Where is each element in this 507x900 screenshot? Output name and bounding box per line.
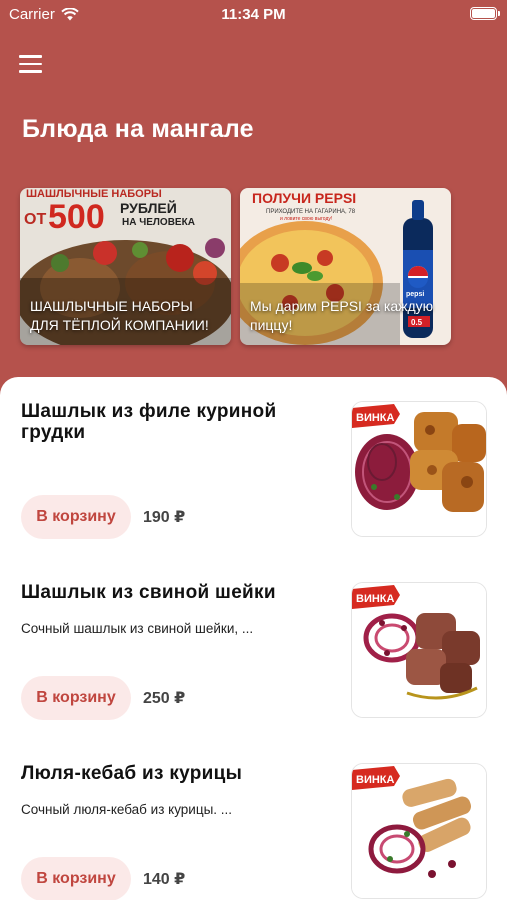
promo-banner-pepsi[interactable]: ПОЛУЧИ PEPSI ПРИХОДИТЕ НА ГАГАРИНА, 78 и… [240, 188, 451, 345]
product-price: 250 ₽ [143, 690, 186, 707]
banner-image-headline: ПОЛУЧИ PEPSI [252, 190, 356, 206]
svg-text:500: 500 [48, 198, 105, 236]
product-badge: ВИНКА [356, 774, 395, 786]
status-bar: Carrier 11:34 PM [0, 0, 507, 30]
promo-banner-bbq-sets[interactable]: ШАШЛЫЧНЫЕ НАБОРЫ ОТ 500 РУБЛЕЙ НА ЧЕЛОВЕ… [20, 188, 231, 345]
clock: 11:34 PM [221, 6, 286, 23]
product-description: Сочный люля-кебаб из курицы. ... [21, 802, 233, 817]
product-badge: ВИНКА [356, 593, 395, 605]
product-card[interactable]: Шашлык из филе куриной грудки В корзину … [0, 377, 507, 558]
add-to-cart-button[interactable]: В корзину [21, 676, 131, 720]
product-image[interactable]: ВИНКА [351, 763, 487, 899]
product-name: Шашлык из свиной шейки [21, 582, 276, 603]
svg-text:НА ЧЕЛОВЕКА: НА ЧЕЛОВЕКА [122, 217, 195, 228]
product-image[interactable]: ВИНКА [351, 401, 487, 537]
banner-caption: Мы дарим PEPSI за каждую пиццу! [250, 298, 434, 333]
svg-text:ОТ: ОТ [24, 211, 46, 228]
product-description: Сочный шашлык из свиной шейки, ... [21, 621, 254, 636]
page-title: Блюда на мангале [22, 115, 254, 143]
product-name: Шашлык из филе куриной грудки [21, 401, 277, 443]
product-list-panel: Шашлык из филе куриной грудки В корзину … [0, 377, 507, 900]
svg-text:РУБЛЕЙ: РУБЛЕЙ [120, 199, 177, 216]
add-to-cart-button[interactable]: В корзину [21, 857, 131, 900]
svg-text:ПРИХОДИТЕ НА ГАГАРИНА, 78: ПРИХОДИТЕ НА ГАГАРИНА, 78 [266, 209, 356, 215]
product-image[interactable]: ВИНКА [351, 582, 487, 718]
battery-icon [470, 7, 500, 20]
product-card[interactable]: Люля-кебаб из курицы Сочный люля-кебаб и… [0, 739, 507, 900]
product-card[interactable]: Шашлык из свиной шейки Сочный шашлык из … [0, 558, 507, 739]
banner-caption: ШАШЛЫЧНЫЕ НАБОРЫ ДЛЯ ТЁПЛОЙ КОМПАНИИ! [30, 298, 209, 333]
product-badge: ВИНКА [356, 412, 395, 424]
product-price: 140 ₽ [143, 871, 186, 888]
hamburger-menu-icon[interactable] [19, 55, 43, 73]
product-price: 190 ₽ [143, 509, 186, 526]
product-name: Люля-кебаб из курицы [21, 763, 243, 784]
add-to-cart-button[interactable]: В корзину [21, 495, 131, 539]
